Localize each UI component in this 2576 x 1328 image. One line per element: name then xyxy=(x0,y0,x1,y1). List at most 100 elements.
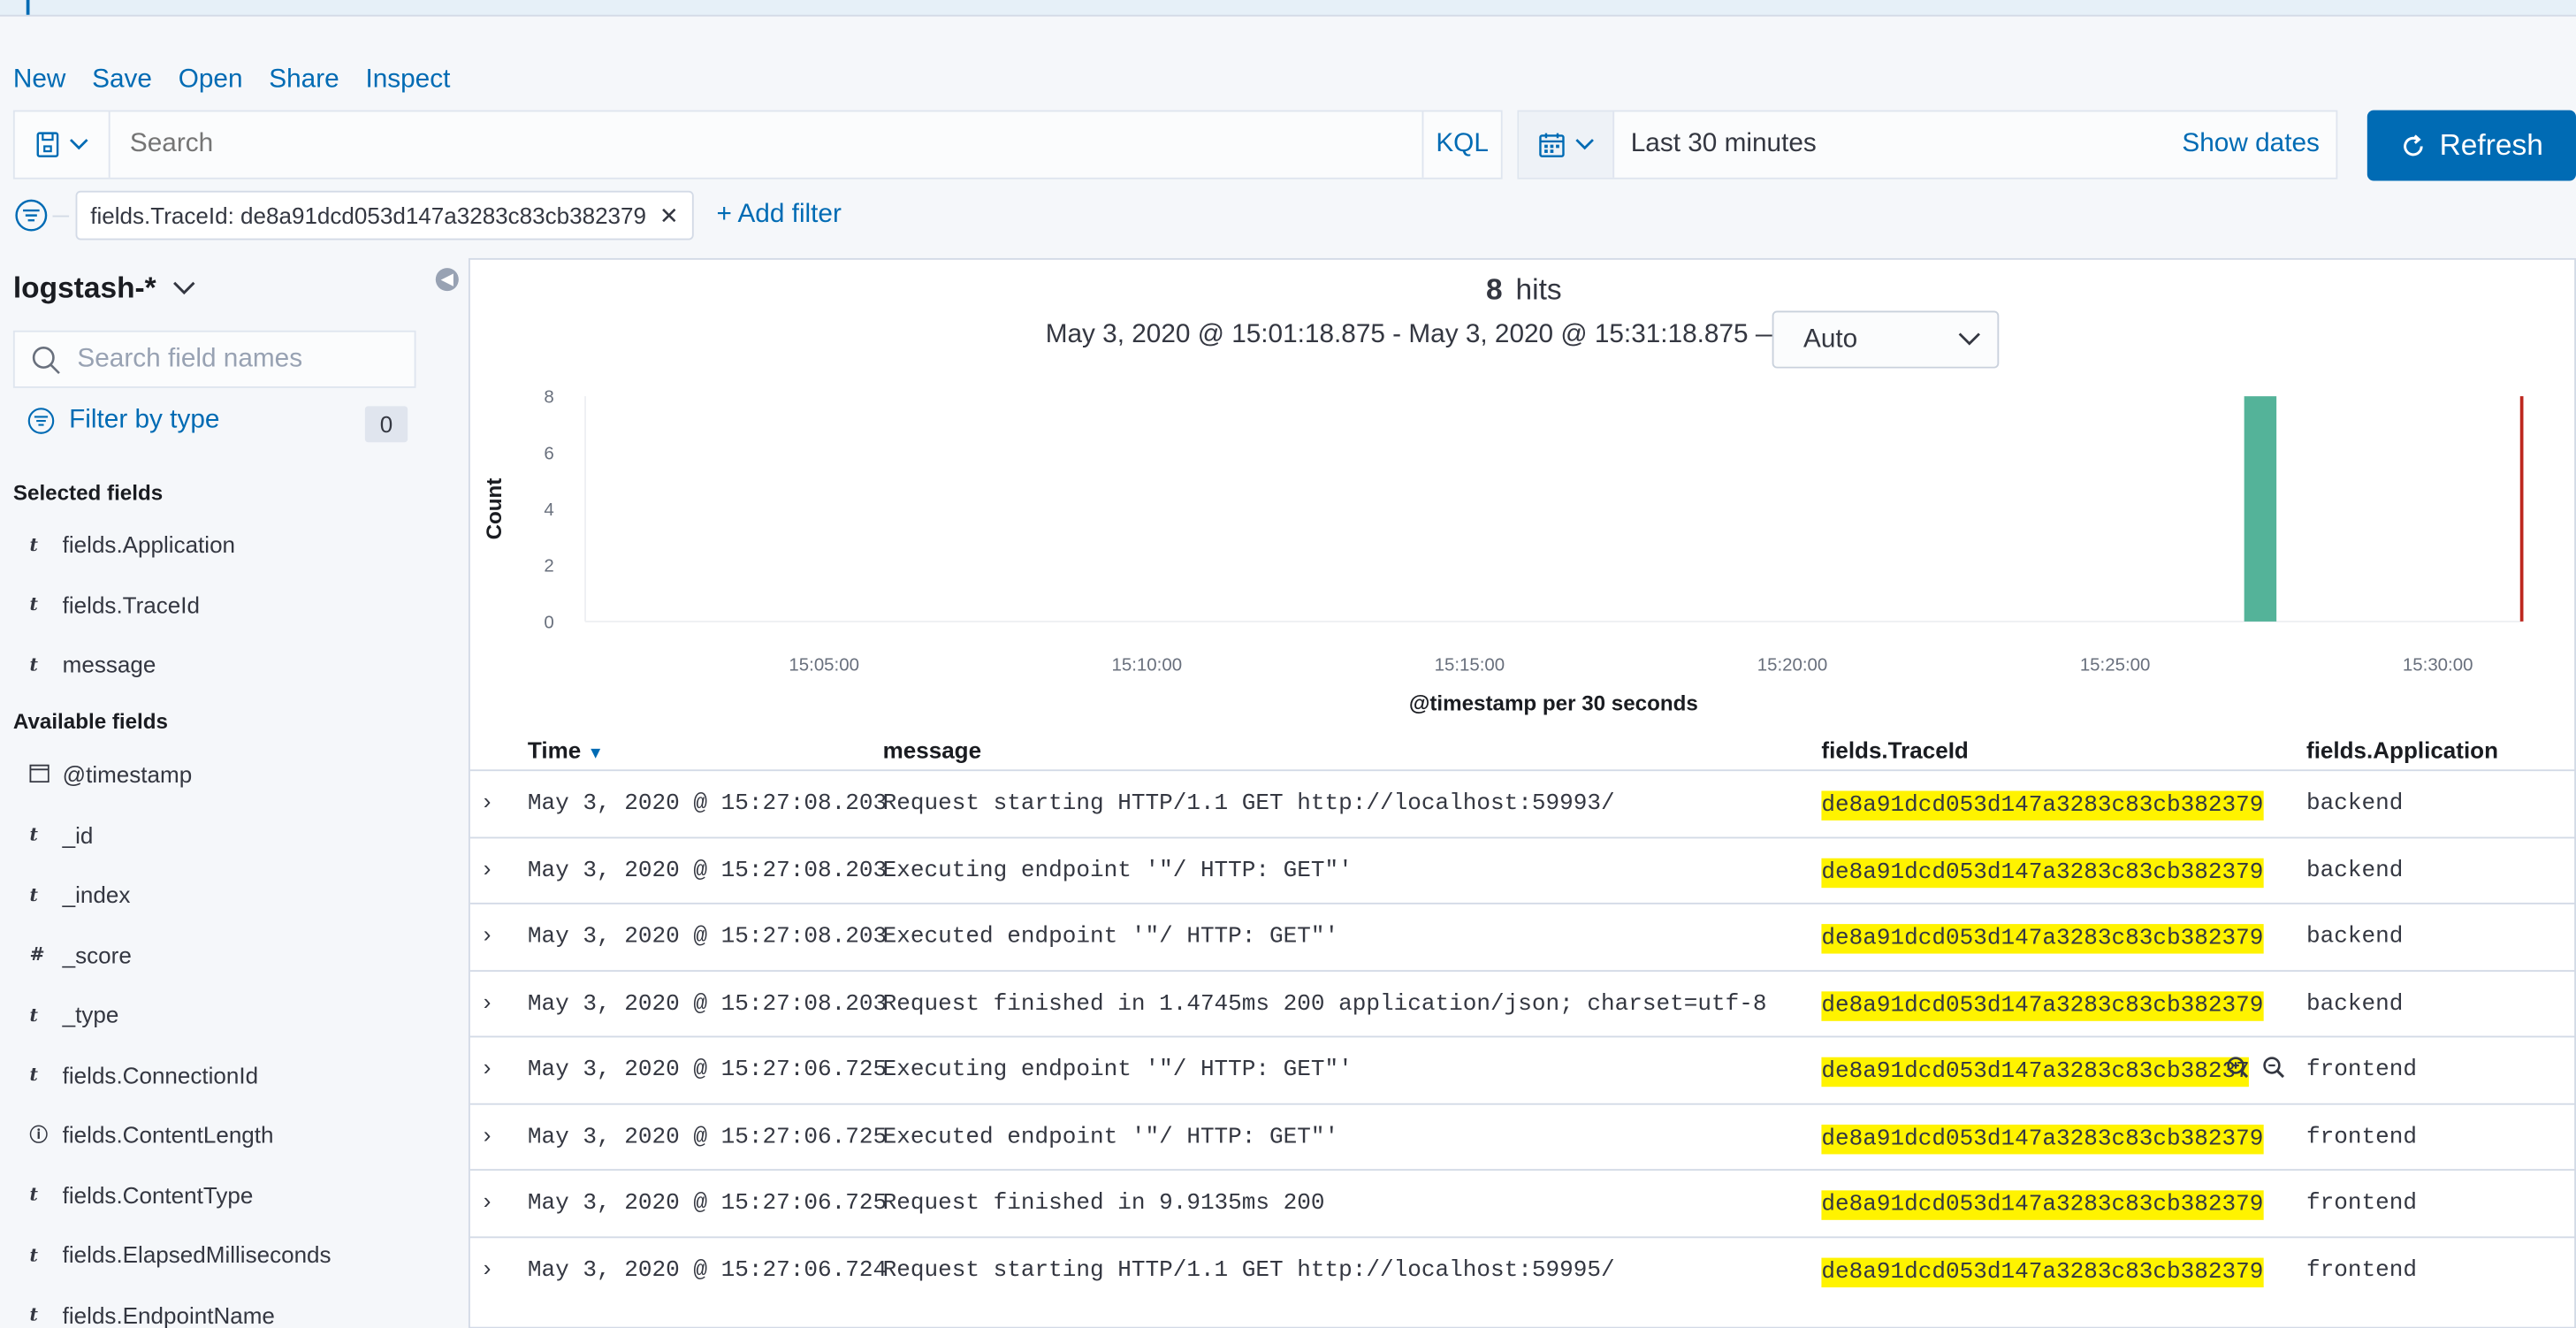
field-name: fields.ContentLength xyxy=(62,1121,274,1149)
cell-traceid: de8a91dcd053d147a3283c83cb382379 xyxy=(1821,1124,2264,1154)
menu-inspect[interactable]: Inspect xyxy=(365,65,450,95)
time-range-label[interactable]: Last 30 minutes xyxy=(1614,130,2182,159)
column-header-message[interactable]: message xyxy=(883,737,981,763)
number-type-icon: # xyxy=(29,943,45,965)
string-type-icon: t xyxy=(29,1303,38,1325)
histogram-chart[interactable]: 0 2 4 6 8 15:05:00 15:10:00 15:15:00 15:20:00 15:… xyxy=(470,375,2576,729)
index-pattern-selector[interactable]: logstash-* xyxy=(13,271,195,306)
menu-open[interactable]: Open xyxy=(179,65,243,95)
available-field-item[interactable]: t _type xyxy=(29,1001,118,1027)
cell-time: May 3, 2020 @ 15:27:08.203 xyxy=(527,857,888,884)
filter-icon[interactable] xyxy=(13,197,50,233)
refresh-button[interactable]: Refresh xyxy=(2366,110,2576,181)
expand-row-icon[interactable]: › xyxy=(484,788,492,814)
cell-traceid: de8a91dcd053d147a3283c83cb38237 xyxy=(1821,1057,2250,1088)
saved-query-button[interactable] xyxy=(15,111,111,178)
field-search-input[interactable]: Search field names xyxy=(12,330,416,388)
filter-pill[interactable]: fields.TraceId: de8a91dcd053d147a3283c83… xyxy=(75,190,694,240)
search-input[interactable] xyxy=(110,111,1422,178)
string-type-icon: t xyxy=(29,1064,38,1086)
field-name: fields.ContentType xyxy=(62,1181,254,1208)
menu-save[interactable]: Save xyxy=(92,65,152,95)
available-field-item[interactable]: # _score xyxy=(29,942,131,968)
cell-traceid: de8a91dcd053d147a3283c83cb382379 xyxy=(1821,924,2264,954)
column-header-time-label: Time xyxy=(527,737,582,763)
available-field-item[interactable]: @timestamp xyxy=(29,761,192,788)
collapse-sidebar-icon[interactable]: ◀ xyxy=(435,268,459,292)
selected-field-item[interactable]: t fields.Application xyxy=(29,531,235,558)
field-name: _score xyxy=(62,941,132,968)
x-tick-label: 15:25:00 xyxy=(2080,655,2151,675)
cell-message: Executed endpoint '"/ HTTP: GET"' xyxy=(882,1124,1339,1150)
column-header-application[interactable]: fields.Application xyxy=(2306,737,2498,763)
cell-traceid: de8a91dcd053d147a3283c83cb382379 xyxy=(1821,790,2264,820)
discover-app: New Save Open Share Inspect KQL Last 30 … xyxy=(0,0,2576,1328)
string-type-icon: t xyxy=(29,653,38,675)
filter-by-type-label: Filter by type xyxy=(69,406,220,434)
selected-field-item[interactable]: t fields.TraceId xyxy=(29,591,199,618)
table-row[interactable]: › May 3, 2020 @ 15:27:06.725 Executed endp… xyxy=(469,1102,2576,1168)
cell-application: backend xyxy=(2306,857,2404,884)
y-axis-label: Count xyxy=(483,478,507,540)
interval-value: Auto xyxy=(1802,324,1858,353)
available-field-item[interactable]: t fields.ConnectionId xyxy=(29,1061,258,1088)
histogram-bar[interactable] xyxy=(2244,396,2277,622)
table-row[interactable]: › May 3, 2020 @ 15:27:06.725 Request finis… xyxy=(469,1169,2576,1234)
expand-row-icon[interactable]: › xyxy=(484,920,492,947)
cell-time: May 3, 2020 @ 15:27:06.725 xyxy=(527,1190,888,1217)
interval-select[interactable]: Auto xyxy=(1772,310,2000,369)
expand-row-icon[interactable]: › xyxy=(484,1187,492,1214)
field-name: fields.ElapsedMilliseconds xyxy=(62,1240,332,1268)
available-field-item[interactable]: t fields.ContentType xyxy=(29,1181,253,1208)
table-row[interactable]: › May 3, 2020 @ 15:27:06.724 Request start… xyxy=(469,1235,2576,1301)
available-field-item[interactable]: ⓘ fields.ContentLength xyxy=(29,1121,273,1148)
cell-filter-actions xyxy=(2226,1056,2285,1079)
field-name: fields.EndpointName xyxy=(62,1301,275,1328)
hits-label: hits xyxy=(1515,272,1562,306)
string-type-icon: t xyxy=(29,883,38,905)
expand-row-icon[interactable]: › xyxy=(484,1054,492,1080)
available-field-item[interactable]: t _index xyxy=(29,882,130,908)
column-header-time[interactable]: Time ▼ xyxy=(528,737,604,763)
expand-row-icon[interactable]: › xyxy=(484,988,492,1014)
sort-down-icon[interactable]: ▼ xyxy=(587,744,603,762)
zoom-in-icon[interactable] xyxy=(2226,1056,2249,1079)
available-field-item[interactable]: t _id xyxy=(29,821,93,848)
table-row[interactable]: › May 3, 2020 @ 15:27:08.203 Executing end… xyxy=(469,836,2576,902)
close-icon[interactable]: ✕ xyxy=(659,202,679,230)
cell-time: May 3, 2020 @ 15:27:08.203 xyxy=(527,924,888,950)
expand-row-icon[interactable]: › xyxy=(484,1254,492,1280)
table-row[interactable]: › May 3, 2020 @ 15:27:06.725 Executing end… xyxy=(469,1035,2576,1102)
cell-time: May 3, 2020 @ 15:27:08.203 xyxy=(527,790,888,818)
table-row[interactable]: › May 3, 2020 @ 15:27:08.203 Executed endp… xyxy=(469,902,2576,968)
string-type-icon: t xyxy=(29,1004,38,1026)
show-dates-button[interactable]: Show dates xyxy=(2182,130,2336,159)
chevron-down-icon xyxy=(69,139,88,150)
cell-traceid: de8a91dcd053d147a3283c83cb382379 xyxy=(1821,857,2264,888)
refresh-icon xyxy=(2404,134,2423,156)
expand-row-icon[interactable]: › xyxy=(484,854,492,881)
available-field-item[interactable]: t fields.EndpointName xyxy=(29,1301,274,1328)
string-type-icon: t xyxy=(29,823,38,845)
column-header-traceid[interactable]: fields.TraceId xyxy=(1821,737,1968,763)
table-row[interactable]: › May 3, 2020 @ 15:27:08.203 Request start… xyxy=(469,769,2576,835)
kql-toggle[interactable]: KQL xyxy=(1421,111,1501,178)
table-row[interactable]: › May 3, 2020 @ 15:27:08.203 Request finis… xyxy=(469,969,2576,1034)
menu-new[interactable]: New xyxy=(13,65,66,95)
add-filter-button[interactable]: + Add filter xyxy=(716,201,841,230)
menu-share[interactable]: Share xyxy=(269,65,339,95)
expand-row-icon[interactable]: › xyxy=(484,1120,492,1147)
hits-number: 8 xyxy=(1486,272,1503,306)
selected-field-item[interactable]: t message xyxy=(29,651,156,677)
available-field-item[interactable]: t fields.ElapsedMilliseconds xyxy=(29,1241,331,1268)
cursor-caret xyxy=(26,0,30,15)
cell-message: Request starting HTTP/1.1 GET http://loc… xyxy=(882,1256,1615,1284)
filter-by-type-button[interactable]: Filter by type xyxy=(27,406,220,435)
cell-traceid: de8a91dcd053d147a3283c83cb382379 xyxy=(1821,990,2264,1020)
cell-time: May 3, 2020 @ 15:27:06.725 xyxy=(527,1124,888,1150)
cell-message: Executing endpoint '"/ HTTP: GET"' xyxy=(882,1057,1353,1084)
quick-menu-button[interactable] xyxy=(1519,111,1615,178)
zoom-out-icon[interactable] xyxy=(2262,1056,2285,1079)
filter-pill-label: fields.TraceId: de8a91dcd053d147a3283c83… xyxy=(90,202,646,229)
field-name: fields.TraceId xyxy=(62,591,200,618)
